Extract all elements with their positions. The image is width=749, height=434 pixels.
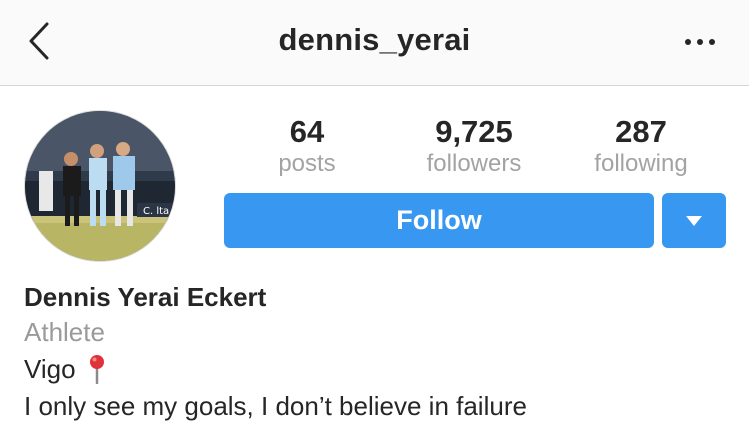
bio-text: I only see my goals, I don’t believe in … — [24, 391, 527, 421]
followers-label: followers — [426, 150, 522, 177]
top-nav-bar: dennis_yerai — [0, 0, 749, 86]
more-horizontal-icon — [685, 39, 691, 45]
more-options-button[interactable] — [676, 30, 724, 54]
round-pushpin-icon — [89, 355, 104, 384]
category-label: Athlete — [24, 317, 105, 347]
stat-following[interactable]: 287 following — [566, 114, 716, 178]
avatar[interactable]: C. lta — [24, 110, 176, 262]
page-title: dennis_yerai — [278, 22, 471, 57]
following-count: 287 — [615, 114, 667, 149]
location-text: Vigo — [24, 354, 76, 384]
follow-button[interactable]: Follow — [224, 193, 654, 248]
posts-count: 64 — [289, 114, 325, 149]
suggested-dropdown-button[interactable] — [662, 193, 726, 248]
stat-followers[interactable]: 9,725 followers — [399, 114, 549, 178]
posts-label: posts — [278, 150, 336, 177]
profile-bio: Dennis Yerai Eckert Athlete Vigo I only … — [24, 280, 729, 424]
caret-down-icon — [686, 215, 702, 226]
following-label: following — [594, 150, 688, 177]
followers-count: 9,725 — [435, 114, 513, 149]
profile-photo: C. lta — [25, 111, 175, 261]
stat-posts[interactable]: 64 posts — [232, 114, 382, 178]
svg-text:C. lta: C. lta — [143, 206, 169, 217]
location-line: Vigo — [24, 350, 729, 388]
full-name: Dennis Yerai Eckert — [24, 282, 267, 312]
